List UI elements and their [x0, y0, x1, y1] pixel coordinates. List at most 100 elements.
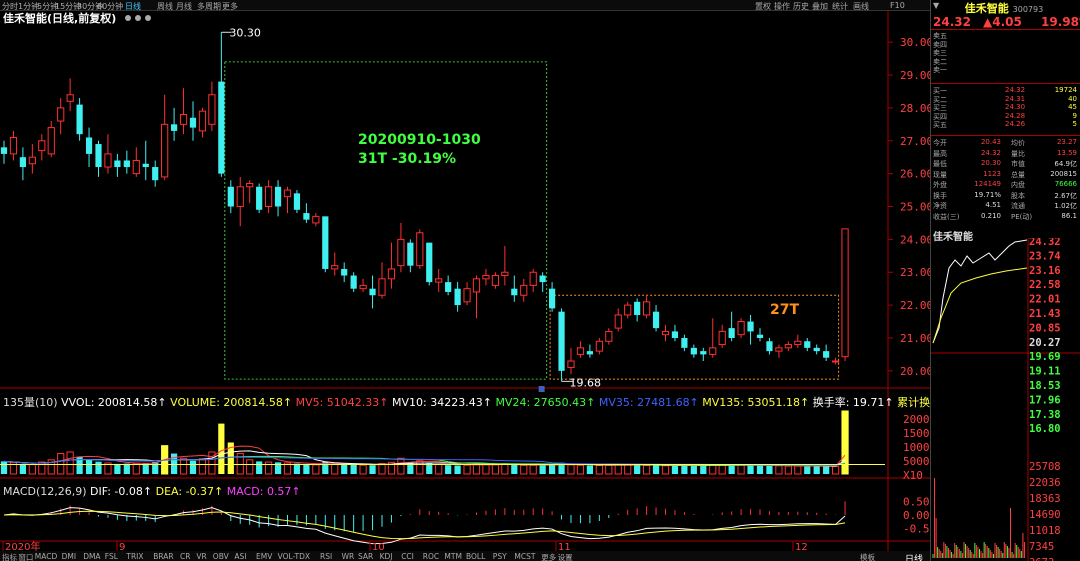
volume-bar [0, 461, 8, 474]
mini-price-label: 17.96 [1029, 394, 1061, 406]
indicator-tab[interactable]: SAR [358, 552, 373, 561]
template-button[interactable]: 模板 [860, 552, 875, 561]
indicator-tab[interactable]: 更多 [541, 552, 556, 561]
indicator-tab[interactable]: CCI [401, 552, 414, 561]
candle-body [709, 347, 717, 355]
volume-bar [189, 460, 197, 474]
indicator-tab[interactable]: ROC [423, 552, 439, 561]
volume-legend-item: MV35: 27481.68↑ [599, 396, 702, 409]
indicator-tab[interactable]: BOLL [466, 552, 485, 561]
volume-bar [95, 461, 102, 474]
order-book-sell-row: 卖一 [933, 65, 1079, 74]
volume-bar [652, 465, 660, 474]
candle-body [567, 360, 575, 369]
volume-bar [794, 465, 802, 475]
indicator-tab[interactable]: EMV [256, 552, 272, 561]
candle-body [359, 284, 367, 290]
volume-bar [341, 464, 348, 474]
candle-body [369, 288, 376, 296]
price-tick-label: 20.00 [900, 365, 930, 378]
candle-body [445, 282, 452, 292]
volume-bar [472, 463, 481, 475]
macd-tick-label: -0.50 [903, 522, 930, 535]
indicator-tab[interactable]: VR [196, 552, 206, 561]
indicator-tab[interactable]: TRIX [126, 552, 143, 561]
stat-value: 20.30 [980, 159, 1001, 167]
indicator-tab[interactable]: ASI [234, 552, 246, 561]
volume-bar [312, 464, 320, 475]
candle-body [236, 186, 244, 207]
candle-body [218, 81, 225, 174]
indicator-tab[interactable]: CR [180, 552, 190, 561]
order-price: 24.26 [1005, 120, 1026, 129]
decline-date-range: 20200910-1030 [358, 132, 481, 148]
order-price: 24.30 [1005, 103, 1026, 112]
panel-separator [931, 135, 1080, 136]
candle-body [435, 278, 443, 283]
indicator-tab[interactable]: 窗口 [18, 552, 33, 561]
volume-bar [643, 464, 651, 475]
candle-body [85, 137, 93, 154]
indicator-tab[interactable]: MCST [514, 552, 535, 561]
indicator-tab[interactable]: WR [342, 552, 355, 561]
candle-body [595, 340, 603, 352]
mini-price-label: 22.58 [1029, 279, 1061, 291]
stock-code: 300793 [1012, 5, 1044, 14]
candle-body [104, 153, 112, 168]
stat-label: 换手 [933, 191, 947, 200]
stat-value: 86.1 [1061, 211, 1077, 220]
volume-bar [114, 463, 121, 474]
stat-label: 量比 [1011, 149, 1025, 158]
stat-value: 2.67亿 [1054, 191, 1077, 200]
indicator-tab[interactable]: FSL [105, 552, 118, 561]
kline-chart[interactable]: 佳禾智能(日线,前复权) 30.00 29.00 28.00 27.00 26.00 25.… [0, 11, 930, 551]
candle-body [331, 265, 339, 270]
indicator-tab[interactable]: 设置 [558, 552, 573, 561]
volume-ma-line [3, 450, 846, 467]
indicator-tab[interactable]: 指标 [2, 552, 17, 561]
indicator-tab[interactable]: DMI [62, 552, 76, 561]
indicator-tab[interactable]: RSI [320, 552, 332, 561]
date-tick-label: 12 [795, 542, 808, 551]
decline-summary: 31T -30.19% [358, 151, 456, 167]
indicator-tab[interactable]: DMA [83, 552, 100, 561]
stat-value: 0.210 [980, 211, 1001, 220]
volume-bar [265, 461, 273, 475]
indicator-tab[interactable]: PSY [493, 552, 507, 561]
toolbar-button[interactable]: F10 [890, 1, 905, 10]
indicator-tab[interactable]: VOL-TDX [278, 552, 310, 561]
indicator-tab[interactable]: MTM [444, 552, 462, 561]
candle-body [95, 144, 102, 168]
indicator-tab[interactable]: BRAR [153, 552, 173, 561]
candle-body [511, 288, 518, 296]
indicator-tab[interactable]: KDJ [380, 552, 393, 561]
last-price: 24.32 [933, 15, 971, 29]
price-tick-label: 30.00 [900, 36, 930, 49]
stat-label: 现量 [933, 170, 947, 179]
volume-bar [775, 465, 783, 475]
volume-bar [482, 464, 490, 475]
indicator-tab[interactable]: MACD [35, 552, 57, 561]
candle-body [171, 124, 178, 131]
date-tick-label: 10 [372, 542, 385, 551]
date-tick-label: 11 [558, 542, 571, 551]
candle-body [784, 344, 792, 349]
candle-body [397, 238, 405, 267]
stat-label: PE(动) [1011, 212, 1033, 221]
candle-body [9, 136, 18, 155]
mini-price-line [932, 239, 1028, 344]
stat-label: 总量 [1011, 170, 1025, 179]
price-tick-label: 24.00 [900, 233, 930, 246]
indicator-tab[interactable]: OBV [213, 552, 229, 561]
volume-legend: 135量(10) VVOL: 200814.58↑ VOLUME: 200814… [3, 395, 930, 409]
volume-bar [256, 461, 263, 474]
volume-bar [539, 465, 546, 474]
stat-label: 股本 [1011, 191, 1025, 200]
intraday-mini-chart[interactable]: 24.32 23.74 23.16 22.58 22.01 21.43 20.85 20.27… [931, 238, 1080, 561]
volume-tick-label: X10 [903, 469, 923, 482]
volume-bar [171, 453, 178, 474]
candle-body [671, 331, 679, 338]
stat-value: 124149 [974, 180, 1001, 188]
candle-body [350, 275, 357, 289]
stat-label: 流通 [1011, 202, 1025, 210]
